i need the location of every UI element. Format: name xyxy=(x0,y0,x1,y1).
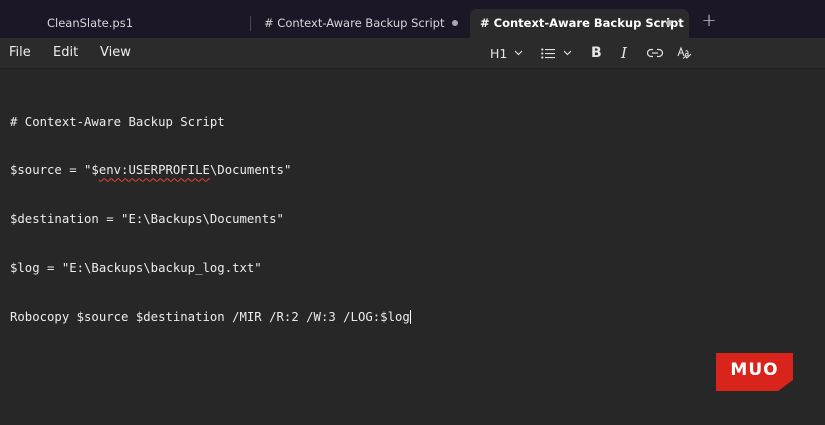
spellcheck-icon xyxy=(677,46,692,60)
link-icon xyxy=(647,48,663,58)
menu-bar: File Edit View H1 B I xyxy=(0,38,825,68)
unsaved-dot-icon[interactable] xyxy=(452,20,458,26)
bullet-list-icon xyxy=(541,47,555,59)
tab-strip: CleanSlate.ps1 # Context-Aware Backup Sc… xyxy=(0,0,825,38)
menu-file[interactable]: File xyxy=(9,45,31,60)
new-tab-button[interactable]: + xyxy=(700,12,718,30)
bold-button[interactable]: B xyxy=(591,44,602,62)
watermark-text: MUO xyxy=(730,360,779,380)
muo-watermark-logo: MUO xyxy=(716,353,793,391)
tab-label: CleanSlate.ps1 xyxy=(47,16,134,30)
text-editor[interactable]: # Context-Aware Backup Script $source = … xyxy=(0,69,825,425)
tab-backup-script-1[interactable]: # Context-Aware Backup Script xyxy=(248,9,468,38)
menu-edit[interactable]: Edit xyxy=(53,45,78,60)
tab-label: # Context-Aware Backup Script xyxy=(264,16,445,30)
code-line-5: Robocopy $source $destination /MIR /R:2 … xyxy=(10,309,411,325)
italic-button[interactable]: I xyxy=(621,44,627,62)
code-line-3: $destination = "E:\Backups\Documents" xyxy=(10,212,284,227)
tab-label: # Context-Aware Backup Script xyxy=(480,16,684,30)
heading-label: H1 xyxy=(490,45,508,61)
code-line-4: $log = "E:\Backups\backup_log.txt" xyxy=(10,261,262,276)
tab-backup-script-2-active[interactable]: # Context-Aware Backup Script xyxy=(470,9,689,38)
code-line-1: # Context-Aware Backup Script xyxy=(10,114,225,129)
unsaved-dot-icon[interactable] xyxy=(666,20,672,26)
list-dropdown[interactable] xyxy=(541,44,572,62)
code-text: Robocopy $source $destination /MIR /R:2 … xyxy=(10,310,410,325)
code-line-2: $source = "$env:USERPROFILE\Documents" xyxy=(10,162,411,178)
heading-dropdown[interactable]: H1 xyxy=(490,44,523,62)
link-button[interactable] xyxy=(647,44,663,62)
spelling-error-text[interactable]: env:USERPROFILE xyxy=(99,163,210,177)
code-text: $source = "$ xyxy=(10,163,99,178)
menu-view[interactable]: View xyxy=(100,45,131,60)
chevron-down-icon xyxy=(514,50,523,56)
code-text: \Documents" xyxy=(209,163,292,178)
editor-content[interactable]: # Context-Aware Backup Script $source = … xyxy=(10,81,411,358)
spellcheck-button[interactable] xyxy=(677,44,692,62)
tab-cleanslate[interactable]: CleanSlate.ps1 xyxy=(0,9,240,38)
text-caret xyxy=(409,310,411,325)
chevron-down-icon xyxy=(563,50,572,56)
